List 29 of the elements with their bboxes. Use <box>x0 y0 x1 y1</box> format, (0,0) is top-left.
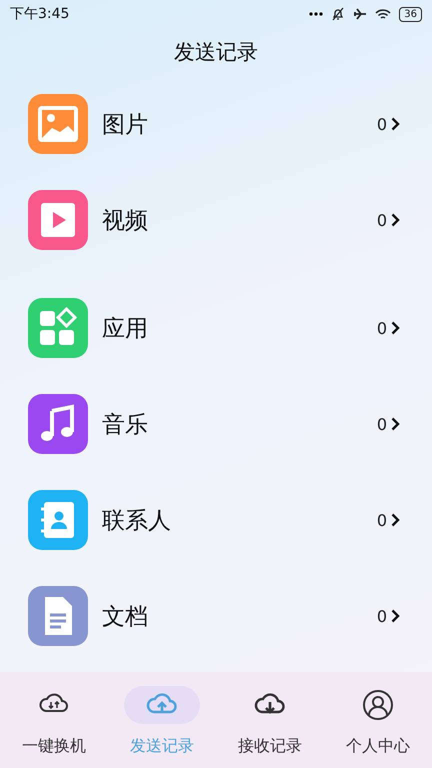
wifi-icon <box>375 8 392 20</box>
chevron-right-icon <box>391 513 400 527</box>
category-row[interactable]: 文档 0 <box>0 568 432 664</box>
category-row[interactable]: 联系人 0 <box>0 472 432 568</box>
category-row[interactable]: 图片 0 <box>0 76 432 172</box>
battery-level: 36 <box>399 6 422 22</box>
category-row[interactable]: 应用 0 <box>0 280 432 376</box>
person-icon <box>362 689 394 721</box>
status-time: 下午3:45 <box>10 5 70 23</box>
item-count: 0 <box>376 210 387 230</box>
category-row[interactable]: 音乐 0 <box>0 376 432 472</box>
more-icon <box>309 12 324 16</box>
item-count: 0 <box>376 606 387 626</box>
item-count: 0 <box>376 414 387 434</box>
chevron-right-icon <box>391 117 400 131</box>
item-count: 0 <box>376 318 387 338</box>
item-count: 0 <box>376 114 387 134</box>
nav-tab[interactable]: 个人中心 <box>324 686 432 768</box>
page-title: 发送记录 <box>174 39 258 66</box>
category-row[interactable]: 视频 0 <box>0 172 432 268</box>
chevron-right-icon <box>391 609 400 623</box>
chevron-right-icon <box>391 321 400 335</box>
airplane-icon <box>353 7 368 21</box>
nav-tab[interactable]: 一键换机 <box>0 686 108 768</box>
chevron-right-icon <box>391 417 400 431</box>
nav-tab[interactable]: 接收记录 <box>216 686 324 768</box>
chevron-right-icon <box>391 213 400 227</box>
bell-off-icon <box>331 7 346 21</box>
item-count: 0 <box>376 510 387 530</box>
